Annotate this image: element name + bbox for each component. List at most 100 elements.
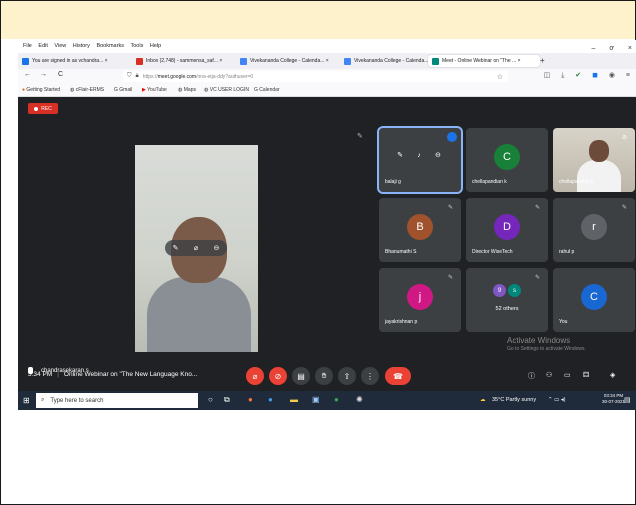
pin-icon[interactable]: ✎ xyxy=(397,151,403,159)
close-window-button[interactable]: × xyxy=(628,45,632,52)
reload-button[interactable]: C xyxy=(58,71,63,78)
participant-tile-director-wisetech[interactable]: ✎ D Director WiseTech xyxy=(466,198,548,262)
info-icon[interactable]: ⓘ xyxy=(528,371,535,381)
tab-gmail-inbox[interactable]: Inbox (2,748) - sammensa_saf... × xyxy=(136,55,236,67)
mic-icon[interactable]: ♪ xyxy=(417,152,421,159)
clock-date: 30-07-2021 xyxy=(602,399,626,404)
toolbar-icons: ◫ ⤓ ✔ ◼ ◉ ≡ xyxy=(535,71,630,80)
participant-tile-jayakrishnan[interactable]: ✎ j jayakrishnan p xyxy=(379,268,461,332)
participant-tile-bhanumathi[interactable]: ✎ B Bhanumathi S xyxy=(379,198,461,262)
app-icon xyxy=(22,57,29,65)
raise-hand-button[interactable]: ✋︎ xyxy=(315,367,333,385)
muted-icon: ✎ xyxy=(534,205,540,211)
menu-file[interactable]: File xyxy=(23,43,32,49)
taskbar-search[interactable]: ⌕ Type here to search xyxy=(36,393,198,408)
windows-start-icon[interactable]: ⊞ xyxy=(23,396,30,405)
tab-meet[interactable]: Meet - Online Webinar on "The ... × xyxy=(428,55,540,67)
present-button[interactable]: ⇧ xyxy=(338,367,356,385)
menu-edit[interactable]: Edit xyxy=(38,43,47,49)
pocket-icon[interactable]: ◫ xyxy=(544,72,551,79)
bookmark-vc-user-login[interactable]: ◍ VC USER LOGIN xyxy=(204,87,249,93)
menu-history[interactable]: History xyxy=(73,43,90,49)
more-options-button[interactable]: ⋮ xyxy=(361,367,379,385)
menu-view[interactable]: View xyxy=(54,43,66,49)
download-icon[interactable]: ⤓ xyxy=(561,72,564,79)
speaking-indicator-icon xyxy=(447,132,457,142)
people-icon[interactable]: ⚇ xyxy=(546,371,552,379)
tab-calendar-1[interactable]: Vivekananda College - Calenda... × xyxy=(240,55,340,67)
minimize-button[interactable]: – xyxy=(592,45,596,52)
file-explorer-icon[interactable]: ▬ xyxy=(290,395,298,404)
participant-tile-others[interactable]: ✎ 9 s 52 others xyxy=(466,268,548,332)
star-icon[interactable]: ☆ xyxy=(497,73,503,81)
meet-control-bar: 3:34 PM | Online Webinar on "The New Langu… xyxy=(18,359,636,391)
presenter-body xyxy=(147,277,251,352)
bookmark-calendar[interactable]: G Calendar xyxy=(254,87,280,93)
menu-bookmarks[interactable]: Bookmarks xyxy=(96,43,124,49)
menu-tools[interactable]: Tools xyxy=(130,43,143,49)
chrome-icon[interactable]: ● xyxy=(334,395,339,404)
top-margin xyxy=(1,1,635,39)
bookmark-label: Getting Started xyxy=(26,87,61,93)
maximize-button[interactable]: ơ xyxy=(609,45,614,52)
menu-help[interactable]: Help xyxy=(150,43,161,49)
mute-icon[interactable]: ⌀ xyxy=(194,244,198,252)
url-bar[interactable]: ⛉ 🔒︎ https:// meet.google.com /ona-etja-… xyxy=(123,71,508,82)
pin-icon[interactable]: ✎ xyxy=(357,132,363,140)
bookmark-label: VC USER LOGIN xyxy=(209,87,249,93)
bookmark-getting-started[interactable]: ● Getting Started xyxy=(22,87,60,93)
camera-toggle-button[interactable]: ⊘ xyxy=(269,367,287,385)
leave-call-button[interactable]: ☎ xyxy=(385,367,411,385)
check-extension-icon[interactable]: ✔ xyxy=(575,72,581,79)
task-view-icon[interactable]: ⧉ xyxy=(224,395,230,405)
notifications-icon[interactable]: ▤ xyxy=(624,396,631,404)
hand-icon: ✋︎ xyxy=(321,371,327,380)
tab-signed-in[interactable]: You are signed in as vchandra... × xyxy=(22,55,132,67)
participant-tile-balaji[interactable]: ✎ ♪ ⊖ balaji g xyxy=(377,126,463,194)
forward-button[interactable]: → xyxy=(40,71,47,78)
pin-icon[interactable]: ✎ xyxy=(173,244,179,252)
chat-icon[interactable]: ▭ xyxy=(564,371,571,379)
lock-icon: 🔒︎ xyxy=(135,73,139,79)
weather-icon: ☁ xyxy=(480,397,486,403)
captions-button[interactable]: ▤ xyxy=(292,367,310,385)
participant-tile-chellapandian-video[interactable]: ⊘ chellapandian k xyxy=(553,128,635,192)
system-tray-icons[interactable]: ⌃ ▭ ◂) xyxy=(548,397,565,403)
new-tab-button[interactable]: + xyxy=(540,56,545,65)
store-icon[interactable]: ▣ xyxy=(312,395,320,404)
remove-icon[interactable]: ⊖ xyxy=(435,151,441,159)
mic-toggle-button[interactable]: ⌀ xyxy=(246,367,264,385)
weather-text[interactable]: 35°C Partly sunny xyxy=(492,397,536,403)
activities-icon[interactable]: ⚃ xyxy=(583,371,589,379)
muted-icon: ✎ xyxy=(447,205,453,211)
bookmark-youtube[interactable]: ▶ YouTube xyxy=(142,87,167,93)
participant-name: chellapandian k xyxy=(559,179,594,185)
globe-icon: ◍ xyxy=(178,87,183,93)
remove-icon[interactable]: ⊖ xyxy=(213,244,219,252)
tab-label: Vivekananda College - Calenda... × xyxy=(354,58,433,64)
bookmark-gmail[interactable]: G Gmail xyxy=(114,87,132,93)
back-button[interactable]: ← xyxy=(24,71,31,78)
firefox-icon[interactable]: ● xyxy=(248,395,253,404)
muted-icon: ✎ xyxy=(534,275,540,281)
participant-name: chellapandian k xyxy=(472,179,507,185)
shield-icon: ⛉ xyxy=(127,73,132,79)
bookmark-cflair[interactable]: ◍ cFlair-ERMS xyxy=(70,87,104,93)
cortana-icon[interactable]: ○ xyxy=(208,395,213,404)
participant-tile-you[interactable]: C You xyxy=(553,268,635,332)
participant-tile-chellapandian[interactable]: C chellapandian k xyxy=(466,128,548,192)
host-controls-icon[interactable]: ◈ xyxy=(610,371,615,379)
bookmark-maps[interactable]: ◍ Maps xyxy=(178,87,196,93)
edge-icon[interactable]: ● xyxy=(268,395,273,404)
activate-windows-watermark: Activate Windows Go to Settings to activ… xyxy=(507,336,586,352)
tile-hover-controls: ✎ ♪ ⊖ xyxy=(390,147,448,163)
presenter-video[interactable]: ✎ ⌀ ⊖ xyxy=(135,145,258,352)
extension-icon[interactable]: ◼ xyxy=(592,72,598,79)
menu-bar: File Edit View History Bookmarks Tools H… xyxy=(18,40,636,53)
account-icon[interactable]: ◉ xyxy=(609,72,615,79)
menu-icon[interactable]: ≡ xyxy=(626,72,630,79)
taskbar-clock[interactable]: 03:34 PM 30-07-2021 xyxy=(602,393,625,405)
app-icon[interactable]: ✺ xyxy=(356,395,363,404)
youtube-icon: ▶ xyxy=(142,87,146,93)
participant-tile-rahul[interactable]: ✎ r rahul p xyxy=(553,198,635,262)
